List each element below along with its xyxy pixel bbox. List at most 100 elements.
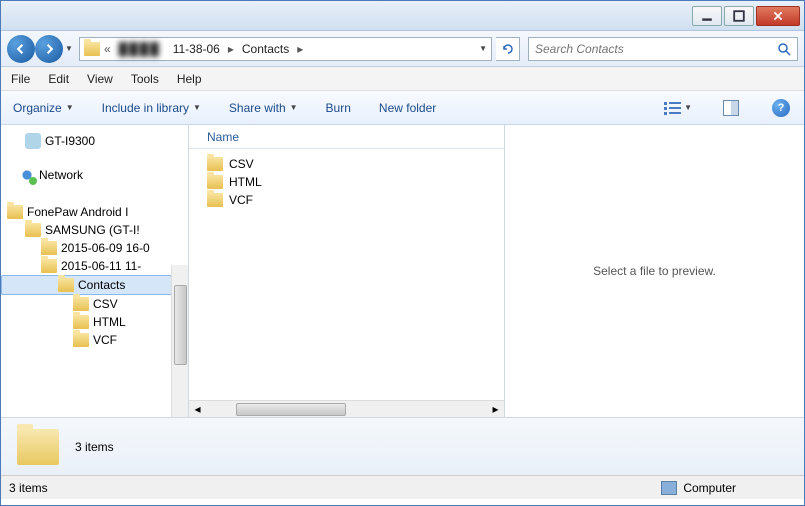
status-location: Computer xyxy=(661,481,736,495)
navigation-tree[interactable]: GT-I9300 Network FonePaw Android I SAMSU… xyxy=(1,125,189,417)
tree-scrollbar[interactable] xyxy=(171,265,188,417)
content-area: GT-I9300 Network FonePaw Android I SAMSU… xyxy=(1,125,804,417)
tree-item-date1[interactable]: 2015-06-09 16-0 xyxy=(1,239,188,257)
tree-label: FonePaw Android I xyxy=(27,205,128,219)
file-name: HTML xyxy=(229,175,262,189)
scroll-right-icon[interactable]: ▸ xyxy=(487,402,504,416)
folder-icon xyxy=(73,315,89,329)
details-pane: 3 items xyxy=(1,417,804,475)
file-name: CSV xyxy=(229,157,254,171)
folder-icon xyxy=(207,193,223,207)
window-titlebar xyxy=(1,1,804,31)
help-button[interactable]: ? xyxy=(770,97,792,119)
chevron-down-icon: ▼ xyxy=(66,103,74,112)
share-with-button[interactable]: Share with ▼ xyxy=(229,101,298,115)
minimize-button[interactable] xyxy=(692,6,722,26)
search-box[interactable] xyxy=(528,37,798,61)
preview-placeholder-text: Select a file to preview. xyxy=(593,264,716,278)
refresh-button[interactable] xyxy=(496,37,520,61)
menu-bar: File Edit View Tools Help xyxy=(1,67,804,91)
tree-item-samsung[interactable]: SAMSUNG (GT-I! xyxy=(1,221,188,239)
folder-icon xyxy=(73,297,89,311)
preview-pane: Select a file to preview. xyxy=(504,125,804,417)
tree-label: VCF xyxy=(93,333,117,347)
nav-arrows: ▼ xyxy=(7,35,75,63)
scrollbar-thumb[interactable] xyxy=(236,403,346,416)
back-button[interactable] xyxy=(7,35,35,63)
status-item-count: 3 items xyxy=(9,481,48,495)
scrollbar-thumb[interactable] xyxy=(174,285,187,365)
column-header-name[interactable]: Name xyxy=(189,125,504,149)
menu-tools[interactable]: Tools xyxy=(131,72,159,86)
folder-large-icon xyxy=(17,429,59,465)
forward-button[interactable] xyxy=(35,35,63,63)
address-bar[interactable]: « ████ 11-38-06 ▸ Contacts ▸ ▼ xyxy=(79,37,492,61)
file-list: CSV HTML VCF xyxy=(189,149,504,215)
preview-pane-toggle[interactable] xyxy=(720,97,742,119)
address-dropdown-icon[interactable]: ▼ xyxy=(479,44,487,53)
close-button[interactable] xyxy=(756,6,800,26)
file-list-pane[interactable]: Name CSV HTML VCF ◂ ▸ xyxy=(189,125,504,417)
breadcrumb-blurred: ████ xyxy=(115,42,165,56)
file-name: VCF xyxy=(229,193,253,207)
tree-item-network[interactable]: Network xyxy=(1,165,188,185)
help-icon: ? xyxy=(772,99,790,117)
organize-label: Organize xyxy=(13,101,62,115)
view-options-button[interactable]: ▼ xyxy=(664,101,692,115)
new-folder-button[interactable]: New folder xyxy=(379,101,436,115)
include-label: Include in library xyxy=(102,101,189,115)
nav-history-dropdown[interactable]: ▼ xyxy=(63,35,75,63)
chevron-down-icon: ▼ xyxy=(193,103,201,112)
list-item[interactable]: CSV xyxy=(207,155,486,173)
include-in-library-button[interactable]: Include in library ▼ xyxy=(102,101,201,115)
navigation-bar: ▼ « ████ 11-38-06 ▸ Contacts ▸ ▼ xyxy=(1,31,804,67)
burn-button[interactable]: Burn xyxy=(326,101,351,115)
chevron-down-icon: ▼ xyxy=(290,103,298,112)
status-location-label: Computer xyxy=(683,481,736,495)
search-input[interactable] xyxy=(535,42,777,56)
folder-icon xyxy=(41,241,57,255)
tree-label: CSV xyxy=(93,297,118,311)
folder-icon xyxy=(207,157,223,171)
tree-item-vcf[interactable]: VCF xyxy=(1,331,188,349)
tree-item-date2[interactable]: 2015-06-11 11- xyxy=(1,257,188,275)
menu-view[interactable]: View xyxy=(87,72,113,86)
scroll-left-icon[interactable]: ◂ xyxy=(189,402,206,416)
file-list-hscrollbar[interactable]: ◂ ▸ xyxy=(189,400,504,417)
organize-button[interactable]: Organize ▼ xyxy=(13,101,74,115)
tree-label: 2015-06-11 11- xyxy=(61,259,141,273)
chevron-down-icon: ▼ xyxy=(684,103,692,112)
tree-label: HTML xyxy=(93,315,126,329)
share-label: Share with xyxy=(229,101,286,115)
maximize-button[interactable] xyxy=(724,6,754,26)
menu-help[interactable]: Help xyxy=(177,72,202,86)
folder-icon xyxy=(25,223,41,237)
tree-item-fonepaw[interactable]: FonePaw Android I xyxy=(1,203,188,221)
network-icon xyxy=(19,167,35,183)
breadcrumb-part1[interactable]: 11-38-06 xyxy=(169,42,224,56)
breadcrumb-separator: ▸ xyxy=(228,42,234,56)
list-item[interactable]: VCF xyxy=(207,191,486,209)
menu-edit[interactable]: Edit xyxy=(48,72,69,86)
folder-icon xyxy=(7,205,23,219)
refresh-icon xyxy=(501,42,515,56)
tree-label: 2015-06-09 16-0 xyxy=(61,241,150,255)
tree-label: SAMSUNG (GT-I! xyxy=(45,223,140,237)
tree-item-csv[interactable]: CSV xyxy=(1,295,188,313)
computer-icon xyxy=(661,481,677,495)
details-item-count: 3 items xyxy=(75,440,114,454)
breadcrumb-part2[interactable]: Contacts xyxy=(238,42,293,56)
search-icon xyxy=(777,42,791,56)
folder-icon xyxy=(73,333,89,347)
pane-icon xyxy=(723,100,739,116)
menu-file[interactable]: File xyxy=(11,72,30,86)
list-item[interactable]: HTML xyxy=(207,173,486,191)
tree-item-contacts[interactable]: Contacts xyxy=(1,275,188,295)
command-bar: Organize ▼ Include in library ▼ Share with… xyxy=(1,91,804,125)
tree-label: Network xyxy=(39,168,83,182)
folder-icon xyxy=(207,175,223,189)
tree-item-html[interactable]: HTML xyxy=(1,313,188,331)
tree-item-device[interactable]: GT-I9300 xyxy=(1,131,188,151)
breadcrumb-separator: ▸ xyxy=(297,42,303,56)
status-bar: 3 items Computer xyxy=(1,475,804,499)
